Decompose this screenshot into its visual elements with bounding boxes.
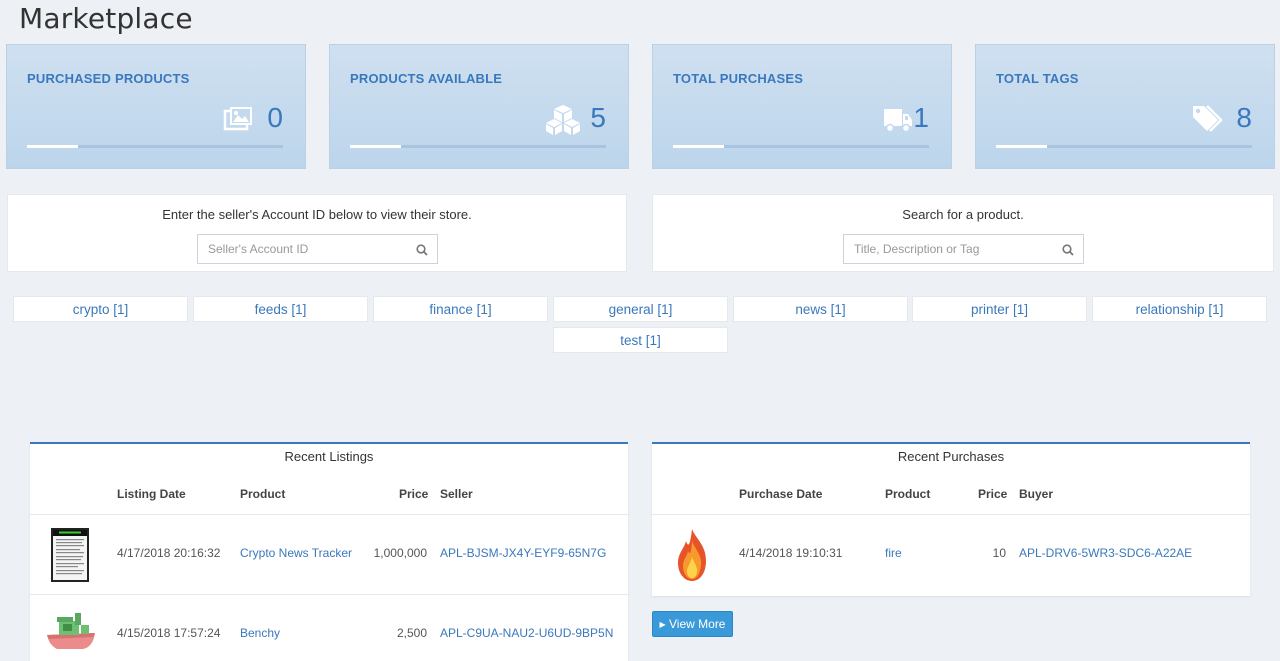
product-thumbnail[interactable]	[45, 611, 97, 653]
recent-purchases-title: Recent Purchases	[897, 449, 1005, 464]
column-header-product: Product	[240, 487, 286, 501]
product-link[interactable]: Crypto News Tracker	[240, 546, 352, 560]
recent-listings-title: Recent Listings	[284, 449, 374, 464]
search-icon[interactable]	[1062, 244, 1074, 256]
stat-label: PURCHASED PRODUCTS	[27, 71, 190, 86]
cubes-icon	[546, 105, 580, 135]
listing-price: 2,500	[396, 626, 427, 640]
tag-news[interactable]: news [1]	[733, 296, 908, 322]
stat-label: PRODUCTS AVAILABLE	[350, 71, 503, 86]
column-header-price: Price	[399, 487, 429, 501]
purchase-price: 10	[992, 546, 1006, 560]
stat-label: TOTAL TAGS	[996, 71, 1079, 86]
product-thumbnail[interactable]	[674, 527, 710, 583]
tag-feeds[interactable]: feeds [1]	[193, 296, 368, 322]
column-header-seller: Seller	[440, 487, 473, 501]
page-title: Marketplace	[19, 2, 193, 35]
stat-progress-bar	[996, 145, 1252, 148]
table-row: 4/15/2018 17:57:24 Benchy 2,500 APL-C9UA…	[30, 594, 628, 661]
column-header-price: Price	[978, 487, 1008, 501]
column-header-purchase-date: Purchase Date	[739, 487, 823, 501]
search-icon[interactable]	[416, 244, 428, 256]
seller-search-field[interactable]	[197, 234, 438, 264]
caret-right-icon: ▶	[659, 620, 666, 629]
product-search-panel: Search for a product.	[652, 194, 1274, 272]
stat-label: TOTAL PURCHASES	[673, 71, 804, 86]
seller-account-id-input[interactable]	[198, 235, 408, 263]
buyer-link[interactable]: APL-DRV6-5WR3-SDC6-A22AE	[1019, 546, 1192, 560]
product-link[interactable]: Benchy	[240, 626, 280, 640]
stat-progress-bar	[27, 145, 283, 148]
tags-icon	[1193, 105, 1223, 132]
listing-price: 1,000,000	[373, 546, 427, 560]
tag-relationship[interactable]: relationship [1]	[1092, 296, 1267, 322]
table-row: 4/17/2018 20:16:32 Crypto News Tracker 1…	[30, 514, 628, 594]
column-header-buyer: Buyer	[1019, 487, 1054, 501]
stat-card-purchased-products: PURCHASED PRODUCTS 0	[6, 44, 306, 169]
stat-card-total-tags: TOTAL TAGS 8	[975, 44, 1275, 169]
recent-listings-panel: Recent Listings Listing Date Product Pri…	[30, 442, 628, 661]
stat-card-products-available: PRODUCTS AVAILABLE 5	[329, 44, 629, 169]
stat-value: 5	[590, 102, 606, 133]
tag-test[interactable]: test [1]	[553, 327, 728, 353]
stat-card-total-purchases: TOTAL PURCHASES 1	[652, 44, 952, 169]
product-search-field[interactable]	[843, 234, 1084, 264]
stat-progress-bar	[673, 145, 929, 148]
images-icon	[223, 107, 252, 131]
purchase-date: 4/14/2018 19:10:31	[739, 546, 843, 560]
listing-date: 4/15/2018 17:57:24	[117, 626, 221, 640]
recent-purchases-panel: Recent Purchases Purchase Date Product P…	[652, 442, 1250, 596]
column-header-listing-date: Listing Date	[117, 487, 186, 501]
stat-value: 0	[267, 102, 283, 133]
product-thumbnail[interactable]	[51, 528, 89, 582]
tag-finance[interactable]: finance [1]	[373, 296, 548, 322]
product-search-input[interactable]	[844, 235, 1054, 263]
seller-search-prompt: Enter the seller's Account ID below to v…	[162, 207, 472, 222]
truck-icon	[884, 109, 912, 133]
view-more-label: View More	[669, 617, 726, 631]
stat-value: 8	[1236, 102, 1252, 133]
column-header-product: Product	[885, 487, 931, 501]
tag-printer[interactable]: printer [1]	[912, 296, 1087, 322]
stat-progress-bar	[350, 145, 606, 148]
product-link[interactable]: fire	[885, 546, 902, 560]
seller-search-panel: Enter the seller's Account ID below to v…	[7, 194, 627, 272]
stat-value: 1	[913, 102, 929, 133]
table-row: 4/14/2018 19:10:31 fire 10 APL-DRV6-5WR3…	[652, 514, 1250, 594]
product-search-prompt: Search for a product.	[902, 207, 1024, 222]
tag-general[interactable]: general [1]	[553, 296, 728, 322]
tag-crypto[interactable]: crypto [1]	[13, 296, 188, 322]
seller-link[interactable]: APL-BJSM-JX4Y-EYF9-65N7G	[440, 546, 606, 560]
listing-date: 4/17/2018 20:16:32	[117, 546, 221, 560]
view-more-button[interactable]: ▶ View More	[652, 611, 733, 637]
seller-link[interactable]: APL-C9UA-NAU2-U6UD-9BP5N	[440, 626, 613, 640]
